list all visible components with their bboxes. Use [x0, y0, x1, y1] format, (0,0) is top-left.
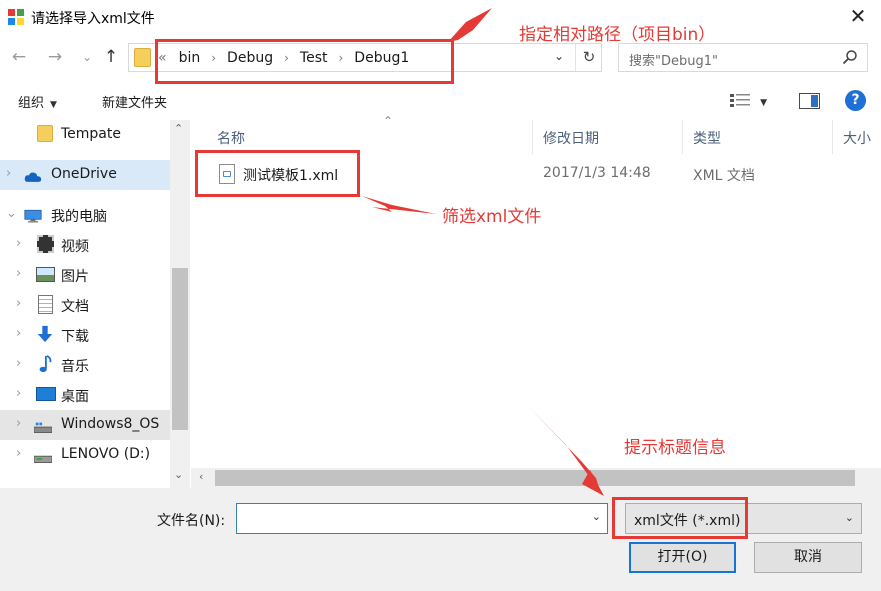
app-icon [8, 9, 25, 26]
open-button[interactable]: 打开(O) [629, 542, 736, 573]
sidebar-item-my-computer[interactable]: ⌄ 我的电脑 [0, 200, 170, 230]
sidebar-item-documents[interactable]: › 文档 [0, 290, 170, 320]
sidebar-item-music[interactable]: › 音乐 [0, 350, 170, 380]
folder-icon [37, 125, 53, 142]
expand-chevron-icon[interactable]: › [6, 166, 11, 181]
sidebar-item-label: LENOVO (D:) [61, 446, 151, 462]
cloud-icon [24, 172, 42, 182]
annotation-box-filter [612, 497, 748, 539]
dialog-footer: 文件名(N): ⌄ xml文件 (*.xml) ⌄ 打开(O) 取消 [0, 488, 881, 591]
toolbar: 组织 ▼ 新建文件夹 ▼ ? [0, 84, 881, 118]
file-list-scrollbar[interactable]: ‹ [191, 468, 881, 488]
search-icon[interactable] [842, 49, 858, 65]
sidebar-item-label: OneDrive [51, 166, 117, 182]
filename-dropdown-icon[interactable]: ⌄ [592, 510, 601, 523]
sidebar-item-label: 音乐 [61, 359, 89, 375]
pictures-icon [36, 267, 55, 282]
sidebar-item-lenovo-d[interactable]: › LENOVO (D:) [0, 440, 170, 470]
file-type: XML 文档 [693, 168, 755, 184]
forward-arrow-icon[interactable]: → [44, 46, 66, 68]
sort-ascending-icon: ⌃ [383, 114, 394, 128]
sidebar-item-label: 下载 [61, 329, 89, 345]
sidebar-item-label: Windows8_OS [61, 416, 160, 432]
sidebar-item-pictures[interactable]: › 图片 [0, 260, 170, 290]
close-button[interactable]: ✕ [835, 0, 881, 34]
expand-chevron-icon[interactable]: › [16, 446, 21, 461]
sidebar-item-label: Tempate [61, 126, 121, 142]
expand-chevron-icon[interactable]: › [16, 266, 21, 281]
sidebar-item-windows8-os[interactable]: › Windows8_OS [0, 410, 170, 440]
expand-chevron-icon[interactable]: › [16, 296, 21, 311]
filename-label: 文件名(N): [157, 513, 226, 529]
refresh-icon[interactable]: ↻ [575, 44, 602, 71]
drive-icon [34, 422, 52, 433]
annotation-text-path: 指定相对路径（项目bin） [519, 25, 716, 45]
sidebar-item-videos[interactable]: › 视频 [0, 230, 170, 260]
search-input[interactable]: 搜索"Debug1" [618, 43, 868, 72]
chevron-down-icon: ⌄ [844, 511, 854, 524]
column-header-type[interactable]: 类型 [683, 120, 833, 154]
back-arrow-icon[interactable]: ← [8, 46, 30, 68]
expand-chevron-icon[interactable]: › [16, 236, 21, 251]
navigation-pane: Tempate › OneDrive ⌄ 我的电脑 › 视频 › 图片 › 文档… [0, 120, 190, 488]
sidebar-item-label: 图片 [61, 269, 89, 285]
sidebar-item-downloads[interactable]: › 下载 [0, 320, 170, 350]
sidebar-item-onedrive[interactable]: › OneDrive [0, 160, 170, 190]
scrollbar-thumb[interactable] [215, 470, 855, 486]
computer-icon [24, 209, 42, 223]
sidebar-item-label: 文档 [61, 299, 89, 315]
video-icon [37, 235, 54, 253]
expand-chevron-icon[interactable]: › [16, 386, 21, 401]
up-arrow-icon[interactable]: ↑ [100, 46, 122, 68]
sidebar-item-tempate[interactable]: Tempate [0, 120, 170, 150]
sidebar-item-label: 我的电脑 [51, 209, 107, 225]
view-caret-icon: ▼ [760, 98, 768, 108]
window-title: 请选择导入xml文件 [31, 11, 155, 27]
drive-icon [34, 455, 52, 463]
collapse-chevron-icon[interactable]: ⌄ [6, 206, 17, 221]
view-options-button[interactable]: ▼ [730, 94, 767, 112]
title-bar: 请选择导入xml文件 ✕ [0, 0, 881, 36]
search-placeholder: 搜索"Debug1" [629, 54, 718, 69]
file-date: 2017/1/3 14:48 [543, 165, 651, 181]
annotation-box-file [195, 150, 360, 197]
expand-chevron-icon[interactable]: › [16, 326, 21, 341]
column-header-name[interactable]: 名称 ⌃ [207, 114, 533, 154]
annotation-text-title-info: 提示标题信息 [624, 438, 726, 458]
scroll-up-icon[interactable]: ⌃ [174, 122, 183, 135]
scrollbar-thumb[interactable] [172, 268, 188, 430]
column-label: 类型 [693, 131, 721, 147]
music-icon [39, 355, 52, 373]
annotation-box-path [155, 39, 454, 84]
documents-icon [38, 295, 53, 314]
column-label: 名称 [217, 131, 245, 147]
download-icon [37, 325, 53, 343]
desktop-icon [36, 387, 56, 401]
address-dropdown-icon[interactable]: ⌄ [554, 49, 564, 63]
recent-locations-chevron-icon[interactable]: ⌄ [76, 46, 98, 68]
scroll-down-icon[interactable]: ⌄ [174, 468, 183, 481]
column-header-size[interactable]: 大小 [833, 120, 881, 154]
scroll-left-icon[interactable]: ‹ [199, 470, 203, 483]
folder-icon [134, 48, 151, 67]
expand-chevron-icon[interactable]: › [16, 416, 21, 431]
cancel-button[interactable]: 取消 [754, 542, 862, 573]
view-list-icon [730, 94, 750, 107]
help-icon[interactable]: ? [845, 90, 866, 111]
sidebar-item-label: 视频 [61, 239, 89, 255]
sidebar-scrollbar[interactable]: ⌃ ⌄ [170, 120, 190, 488]
organize-button[interactable]: 组织 ▼ [18, 92, 57, 111]
organize-label: 组织 [18, 96, 45, 111]
preview-pane-icon[interactable] [799, 93, 820, 109]
annotation-text-filter-xml: 筛选xml文件 [442, 207, 542, 227]
column-label: 修改日期 [543, 131, 599, 147]
organize-caret-icon: ▼ [50, 100, 57, 110]
column-header-date[interactable]: 修改日期 [533, 120, 683, 154]
column-label: 大小 [843, 131, 871, 147]
filename-input[interactable]: ⌄ [236, 503, 608, 534]
sidebar-item-label: 桌面 [61, 389, 89, 405]
new-folder-button[interactable]: 新建文件夹 [102, 92, 167, 111]
expand-chevron-icon[interactable]: › [16, 356, 21, 371]
sidebar-item-desktop[interactable]: › 桌面 [0, 380, 170, 410]
